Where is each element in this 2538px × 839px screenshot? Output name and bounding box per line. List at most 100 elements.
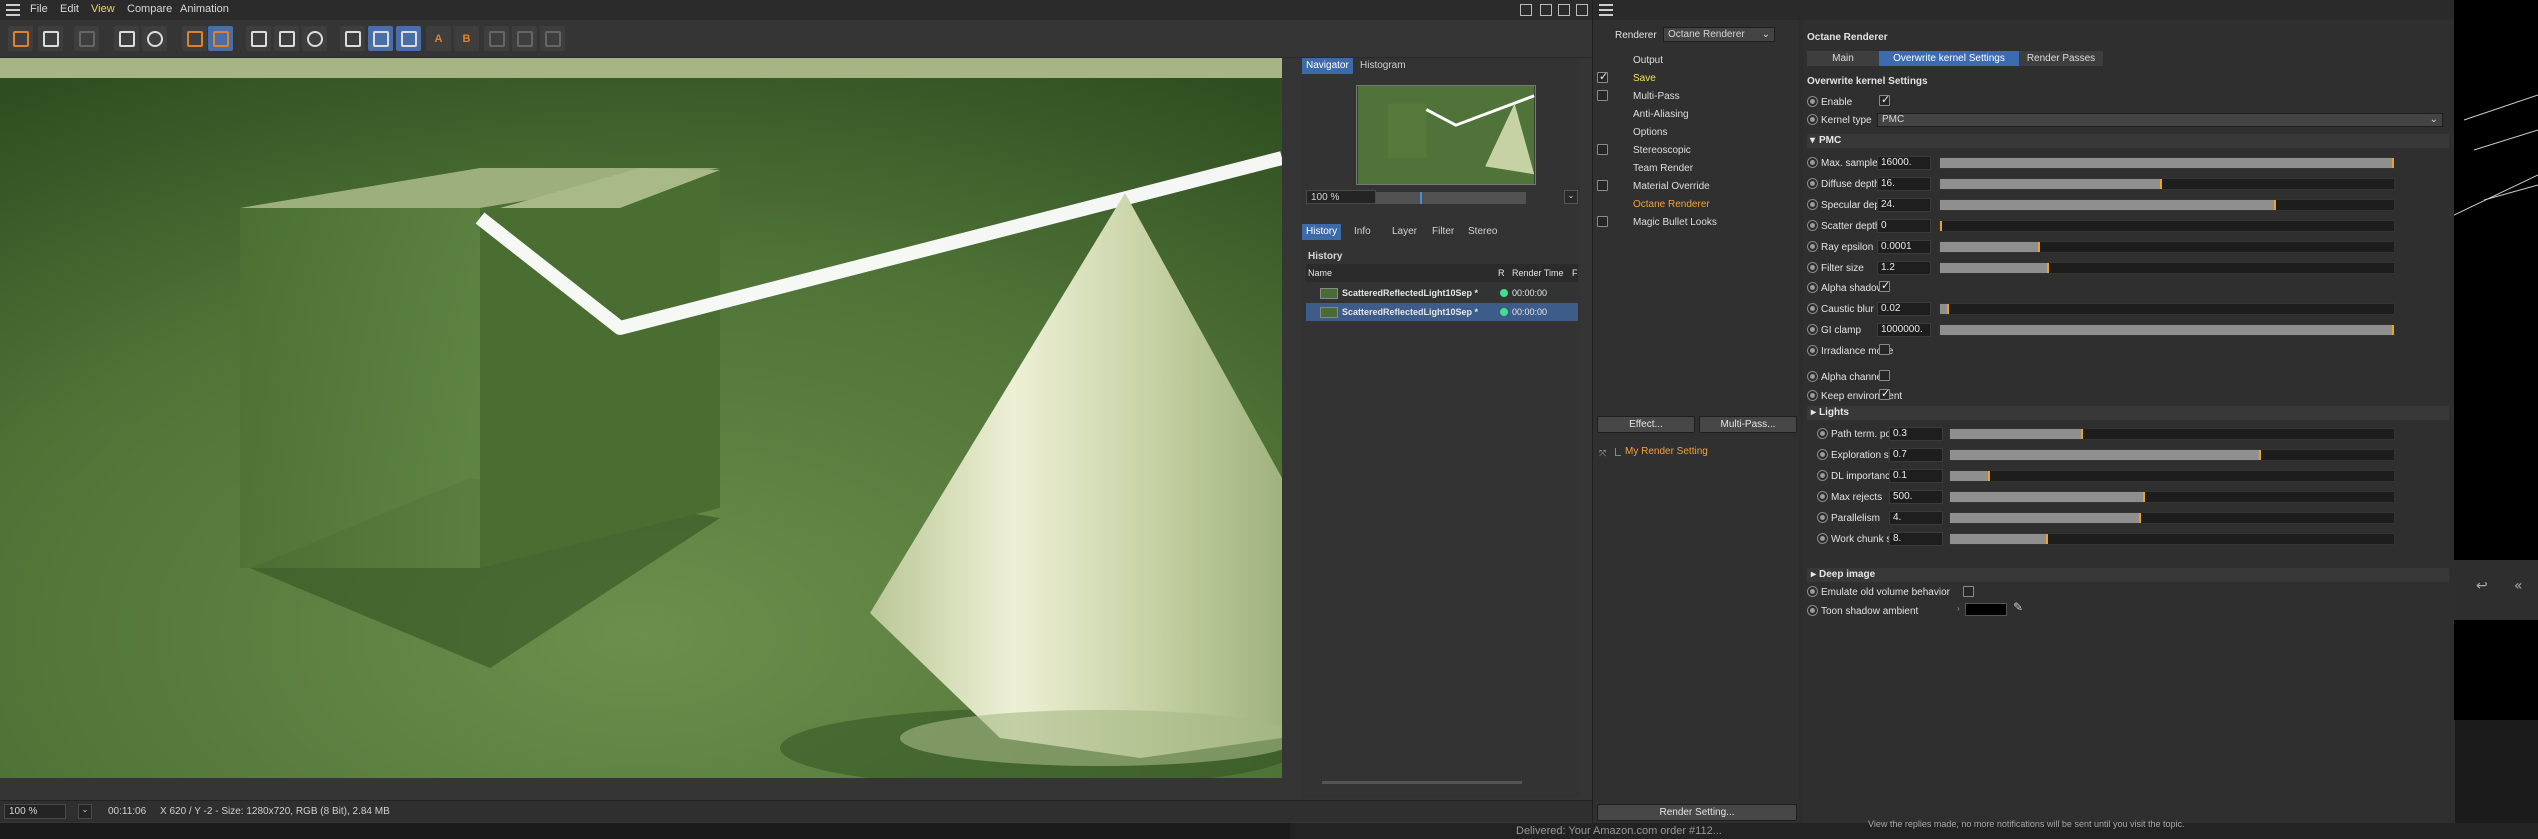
sidebar-item-anti-aliasing[interactable]: Anti-Aliasing (1633, 109, 1689, 120)
render-image[interactable] (0, 58, 1282, 778)
radio-icon[interactable] (1817, 512, 1828, 523)
pin-icon[interactable] (1576, 4, 1588, 16)
ab-icon[interactable] (340, 26, 365, 51)
effect-button[interactable]: Effect... (1597, 416, 1695, 433)
radio-icon[interactable] (1817, 428, 1828, 439)
move-icon[interactable] (1558, 4, 1570, 16)
deep-image-section-header[interactable]: ▸ Deep image (1807, 568, 2449, 582)
set-b-icon[interactable]: B (454, 26, 479, 51)
sidebar-item-material-override[interactable]: Material Override (1633, 181, 1710, 192)
multipass-button[interactable]: Multi-Pass... (1699, 416, 1797, 433)
param-slider[interactable] (1939, 262, 2395, 274)
sidebar-item-multi-pass[interactable]: Multi-Pass (1633, 91, 1680, 102)
param-value-field[interactable]: 0 (1877, 219, 1931, 233)
tab-navigator[interactable]: Navigator (1302, 58, 1353, 74)
table-row[interactable]: ScatteredReflectedLight10Sep * 00:00:00 (1306, 303, 1578, 321)
compare-icon[interactable] (246, 26, 271, 51)
magic-bullet-checkbox[interactable] (1597, 216, 1608, 227)
export-icon[interactable] (540, 26, 565, 51)
alpha-shadows-checkbox[interactable] (1879, 279, 1890, 292)
tab-filter[interactable]: Filter (1428, 224, 1458, 240)
sidebar-item-team-render[interactable]: Team Render (1633, 163, 1693, 174)
param-value-field[interactable]: 16000. (1877, 156, 1931, 170)
enable-checkbox[interactable] (1879, 93, 1890, 106)
radio-icon[interactable] (1817, 491, 1828, 502)
set-a-icon[interactable]: A (426, 26, 451, 51)
diff-icon[interactable] (512, 26, 537, 51)
stereoscopic-checkbox[interactable] (1597, 144, 1608, 155)
multipass-checkbox[interactable] (1597, 90, 1608, 101)
radio-icon[interactable] (1817, 470, 1828, 481)
color-swatch[interactable] (1965, 603, 2007, 616)
emulate-checkbox[interactable] (1963, 586, 1974, 597)
param-value-field[interactable]: 16. (1877, 177, 1931, 191)
tab-info[interactable]: Info (1350, 224, 1375, 240)
light-param-value-field[interactable]: 0.7 (1889, 448, 1943, 462)
light-param-value-field[interactable]: 4. (1889, 511, 1943, 525)
param-value-field[interactable]: 24. (1877, 198, 1931, 212)
table-row[interactable]: ScatteredReflectedLight10Sep * 00:00:00 (1306, 284, 1578, 302)
new-window-icon[interactable] (1540, 4, 1552, 16)
sidebar-item-save[interactable]: Save (1633, 73, 1656, 84)
chevron-down-icon[interactable]: ⌄ (1564, 190, 1578, 204)
tab-stereo[interactable]: Stereo (1464, 224, 1501, 240)
light-param-slider[interactable] (1949, 491, 2395, 503)
save-checkbox[interactable] (1597, 70, 1608, 83)
light-param-value-field[interactable]: 0.1 (1889, 469, 1943, 483)
pmc-section-header[interactable]: ▾ PMC (1807, 134, 2449, 148)
radio-icon[interactable] (1807, 345, 1818, 356)
split-h-icon[interactable] (396, 26, 421, 51)
hamburger-menu-icon[interactable] (1599, 4, 1613, 16)
save-icon[interactable] (38, 26, 63, 51)
expand-icon[interactable]: ⤧ (1599, 448, 1606, 459)
tab-render-passes[interactable]: Render Passes (2019, 51, 2103, 66)
menu-animation[interactable]: Animation (180, 3, 229, 15)
light-param-slider[interactable] (1949, 428, 2395, 440)
tab-overwrite-kernel-settings[interactable]: Overwrite kernel Settings (1879, 51, 2019, 66)
light-param-slider[interactable] (1949, 470, 2395, 482)
param-slider[interactable] (1939, 303, 2395, 315)
navigator-thumbnail[interactable] (1356, 85, 1536, 185)
tab-main[interactable]: Main (1807, 51, 1879, 66)
light-param-slider[interactable] (1949, 533, 2395, 545)
sidebar-item-options[interactable]: Options (1633, 127, 1667, 138)
alpha-channel-checkbox[interactable] (1879, 370, 1890, 381)
renderer-dropdown[interactable]: Octane Renderer ⌄ (1663, 27, 1775, 42)
split-v-icon[interactable] (368, 26, 393, 51)
param-slider[interactable] (1939, 220, 2395, 232)
radio-icon[interactable] (1807, 303, 1818, 314)
zoom-field[interactable]: 100 % (4, 804, 66, 819)
tab-layer[interactable]: Layer (1388, 224, 1421, 240)
layout-icon[interactable] (1520, 4, 1532, 16)
irradiance-mode-checkbox[interactable] (1879, 344, 1890, 355)
param-value-field[interactable]: 0.0001 (1877, 240, 1931, 254)
magnify-icon[interactable] (142, 26, 167, 51)
lights-section-header[interactable]: ▸ Lights (1807, 406, 2449, 420)
region-icon[interactable] (208, 26, 233, 51)
radio-icon[interactable] (1807, 157, 1818, 168)
param-value-field[interactable]: 0.02 (1877, 302, 1931, 316)
light-param-slider[interactable] (1949, 512, 2395, 524)
param-value-field[interactable]: 1000000. (1877, 323, 1931, 337)
render-setting-button[interactable]: Render Setting... (1597, 804, 1797, 821)
radio-icon[interactable] (1807, 241, 1818, 252)
menu-file[interactable]: File (30, 3, 48, 15)
crop-icon[interactable] (114, 26, 139, 51)
radio-icon[interactable] (1807, 586, 1818, 597)
radio-icon[interactable] (1807, 96, 1818, 107)
camera-icon[interactable] (302, 26, 327, 51)
light-param-value-field[interactable]: 0.3 (1889, 427, 1943, 441)
render-setting-name[interactable]: My Render Setting (1625, 446, 1708, 457)
swap-icon[interactable] (484, 26, 509, 51)
radio-icon[interactable] (1807, 371, 1818, 382)
sidebar-item-stereoscopic[interactable]: Stereoscopic (1633, 145, 1691, 156)
light-param-slider[interactable] (1949, 449, 2395, 461)
param-slider[interactable] (1939, 157, 2395, 169)
radio-icon[interactable] (1807, 220, 1818, 231)
menu-view[interactable]: View (91, 3, 115, 15)
channels-icon[interactable] (182, 26, 207, 51)
fit-icon[interactable] (274, 26, 299, 51)
radio-icon[interactable] (1807, 178, 1818, 189)
radio-icon[interactable] (1817, 449, 1828, 460)
sidebar-item-output[interactable]: Output (1633, 55, 1663, 66)
